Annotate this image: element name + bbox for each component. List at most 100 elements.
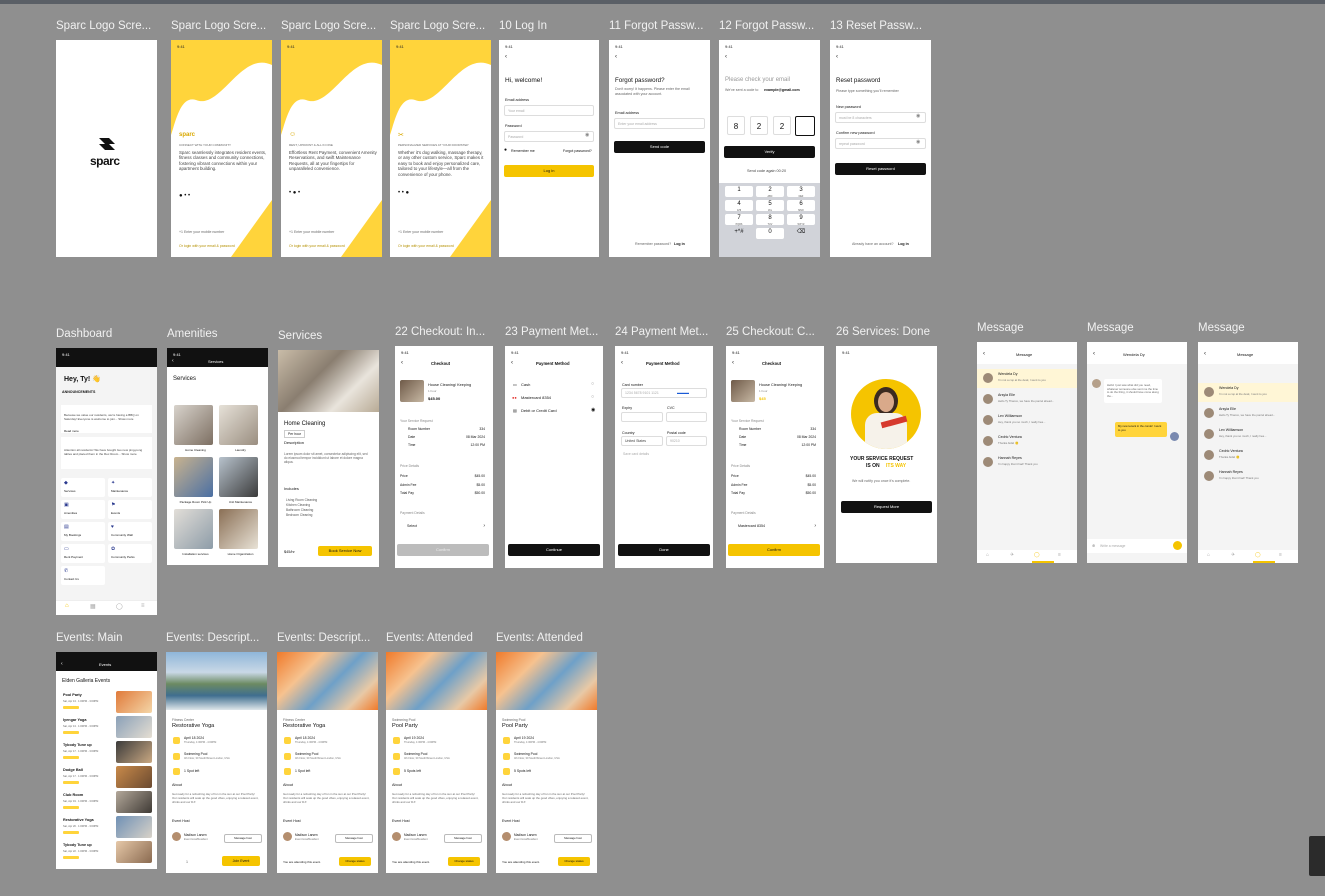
expiry-field[interactable] [621, 412, 663, 422]
confirm-button[interactable]: Confirm [397, 544, 489, 556]
thread-row[interactable]: Arsyla Elle Hello Ty Thanco, we have the … [977, 390, 1077, 409]
frame-splash[interactable]: Sparc Logo Scre... sparc [56, 20, 157, 257]
nav-icon[interactable]: ✈ [1010, 552, 1014, 558]
frame-services[interactable]: Services Home Cleaning Per hour Descript… [278, 330, 379, 567]
keypad-key[interactable]: +*# [725, 228, 753, 239]
service-label[interactable]: Installation services [176, 552, 215, 556]
thread-row[interactable]: Lex Williamson Hey, thank you so much, I … [977, 411, 1077, 430]
eye-icon[interactable]: ◉ [916, 139, 920, 145]
event-list-item[interactable]: Tybody Tune up Sat, Apr 17 · 1:00PM - 3:0… [56, 740, 157, 764]
service-label[interactable]: Home Cleaning [176, 448, 215, 452]
back-arrow-icon[interactable]: ‹ [172, 358, 174, 364]
payment-option-card[interactable]: Debit or Credit Card [521, 408, 557, 413]
nav-icon[interactable]: ✈ [1231, 552, 1235, 558]
forgot-password-link[interactable]: Forgot password? [563, 149, 592, 153]
event-list-item[interactable]: Pool Party Sat, Apr 13 · 1:00PM - 3:00PM [56, 690, 157, 714]
dashboard-tile[interactable]: ✦ Maintenance [108, 478, 152, 497]
nav-icon[interactable]: ◯ [1034, 552, 1040, 558]
code-digit-2[interactable]: 2 [750, 116, 768, 135]
change-status-button[interactable]: Change status [448, 857, 480, 866]
radio-icon[interactable]: ○ [591, 394, 594, 400]
back-arrow-icon[interactable]: ‹ [621, 360, 623, 366]
thread-row[interactable]: Cedric Ventura Thanks Aida! 🙂 [977, 432, 1077, 451]
dashboard-tile[interactable]: ▤ My Bookings [61, 522, 105, 541]
event-list-item[interactable]: Restorative Yoga Sat, Apr 20 · 1:00PM - 3… [56, 815, 157, 839]
frame-checkout-incomplete[interactable]: 22 Checkout: In... 9:41 ‹ Checkout House Cl… [395, 326, 493, 568]
back-arrow-icon[interactable]: ‹ [401, 360, 403, 366]
keypad-key[interactable]: 6 MNO [787, 200, 815, 212]
chevron-right-icon[interactable]: › [483, 523, 485, 529]
per-hour-chip[interactable]: Per hour [284, 430, 306, 438]
code-digit-3[interactable]: 2 [773, 116, 791, 135]
country-select[interactable]: United States [621, 436, 663, 446]
back-arrow-icon[interactable]: ‹ [836, 54, 838, 60]
done-button[interactable]: Done [618, 544, 710, 556]
frame-check-email[interactable]: 12 Forgot Passw... 9:41 ‹ Please check y… [719, 20, 820, 257]
join-event-button[interactable]: Join Event [222, 856, 260, 866]
frame-events-main[interactable]: Events: Main ‹ Events Elden Galleria Eve… [56, 632, 157, 869]
keypad-key[interactable]: 4 GHI [725, 200, 753, 212]
back-arrow-icon[interactable]: ‹ [61, 661, 63, 667]
password-field[interactable]: Password [504, 131, 594, 142]
thread-row[interactable]: Lex Williamson Hey, thank you so much, I … [1198, 425, 1298, 444]
frame-event-attended-2[interactable]: Events: Attended Swimming Pool Pool Party… [496, 632, 597, 873]
side-panel-handle[interactable] [1309, 836, 1325, 876]
frame-amenities[interactable]: Amenities 9:41 ‹ Services Services Home … [167, 328, 268, 565]
back-arrow-icon[interactable]: ‹ [511, 360, 513, 366]
frame-event-attended[interactable]: Events: Attended Swimming Pool Pool Party… [386, 632, 487, 873]
message-host-button[interactable]: Message host [224, 834, 262, 843]
frame-checkout-complete[interactable]: 25 Checkout: C... 9:41 ‹ Checkout House Cle… [726, 326, 824, 568]
service-image[interactable] [174, 405, 213, 445]
cvc-field[interactable] [666, 412, 707, 422]
back-arrow-icon[interactable]: ‹ [725, 54, 727, 60]
payment-selector[interactable]: Mastercard 8354 [738, 524, 765, 528]
chat-icon[interactable]: ◯ [116, 603, 123, 610]
checkbox-icon[interactable]: ● [504, 147, 507, 153]
back-arrow-icon[interactable]: ‹ [615, 54, 617, 60]
read-more-link[interactable]: Read more [64, 429, 79, 433]
card-number-field[interactable]: 1234 5678 9101 1121 [621, 388, 707, 398]
service-image[interactable] [219, 457, 258, 497]
service-image[interactable] [174, 457, 213, 497]
phone-input[interactable]: +1 Enter your mobile number [179, 230, 224, 234]
login-link[interactable]: Log in [674, 242, 685, 246]
menu-icon[interactable]: ≡ [141, 603, 145, 609]
keypad-key[interactable]: 9 WXYZ [787, 214, 815, 226]
service-label[interactable]: Home Organization [221, 552, 260, 556]
dashboard-tile[interactable]: ♥ Community Wall [108, 522, 152, 541]
back-arrow-icon[interactable]: ‹ [505, 54, 507, 60]
eye-icon[interactable]: ◉ [585, 132, 589, 138]
phone-input[interactable]: +1 Enter your mobile number [398, 230, 443, 234]
dashboard-tile[interactable]: ⚑ Events [108, 500, 152, 519]
thread-row[interactable]: Wendela Dy I'm not a cop at the desk, I w… [977, 369, 1077, 388]
thread-row[interactable]: Wendela Dy I'm not a cop at the desk, I w… [1198, 383, 1298, 402]
event-list-item[interactable]: Club Room Sat, Apr 19 · 1:00PM - 3:00PM [56, 790, 157, 814]
frame-onboard-3[interactable]: Sparc Logo Scre... 9:41 ✂ PERSONALIZED S… [390, 20, 491, 257]
request-more-button[interactable]: Request More [841, 501, 932, 513]
phone-input[interactable]: +1 Enter your mobile number [289, 230, 334, 234]
back-arrow-icon[interactable]: ‹ [983, 351, 985, 357]
attach-icon[interactable]: ⊕ [1092, 543, 1095, 548]
reset-password-button[interactable]: Reset password [835, 163, 926, 175]
service-label[interactable]: Unit Maintenance [221, 500, 260, 504]
change-status-button[interactable]: Change status [339, 857, 371, 866]
nav-icon[interactable]: ≡ [1058, 552, 1061, 558]
keypad-key[interactable]: 3 DEF [787, 186, 815, 198]
frame-reset-password[interactable]: 13 Reset Passw... 9:41 ‹ Reset password … [830, 20, 931, 257]
thread-row[interactable]: Cedric Ventura Thanks Aida! 🙂 [1198, 446, 1298, 465]
service-image[interactable] [174, 509, 213, 549]
message-host-button[interactable]: Message host [554, 834, 592, 843]
payment-selector[interactable]: Select [407, 524, 417, 528]
frame-message-list[interactable]: Message ‹ Message Wendela Dy I'm not a cop … [977, 322, 1077, 563]
frame-payment-method[interactable]: 23 Payment Met... 9:41 ‹ Payment Method … [505, 326, 603, 568]
dashboard-tile[interactable]: ◆ Services [61, 478, 105, 497]
confirm-password-field[interactable]: repeat password [835, 138, 926, 149]
login-link[interactable]: Log in [898, 242, 909, 246]
nav-icon[interactable]: ⌂ [986, 552, 989, 558]
event-list-item[interactable]: Dodge Ball Sat, Apr 17 · 1:00PM - 3:00PM [56, 765, 157, 789]
keypad-key[interactable]: 1 [725, 186, 753, 197]
back-arrow-icon[interactable]: ‹ [1093, 351, 1095, 357]
keypad-key[interactable]: 8 TUV [756, 214, 784, 226]
nav-icon[interactable]: ≡ [1279, 552, 1282, 558]
email-login-link[interactable]: Or login with your email & password [179, 244, 235, 248]
